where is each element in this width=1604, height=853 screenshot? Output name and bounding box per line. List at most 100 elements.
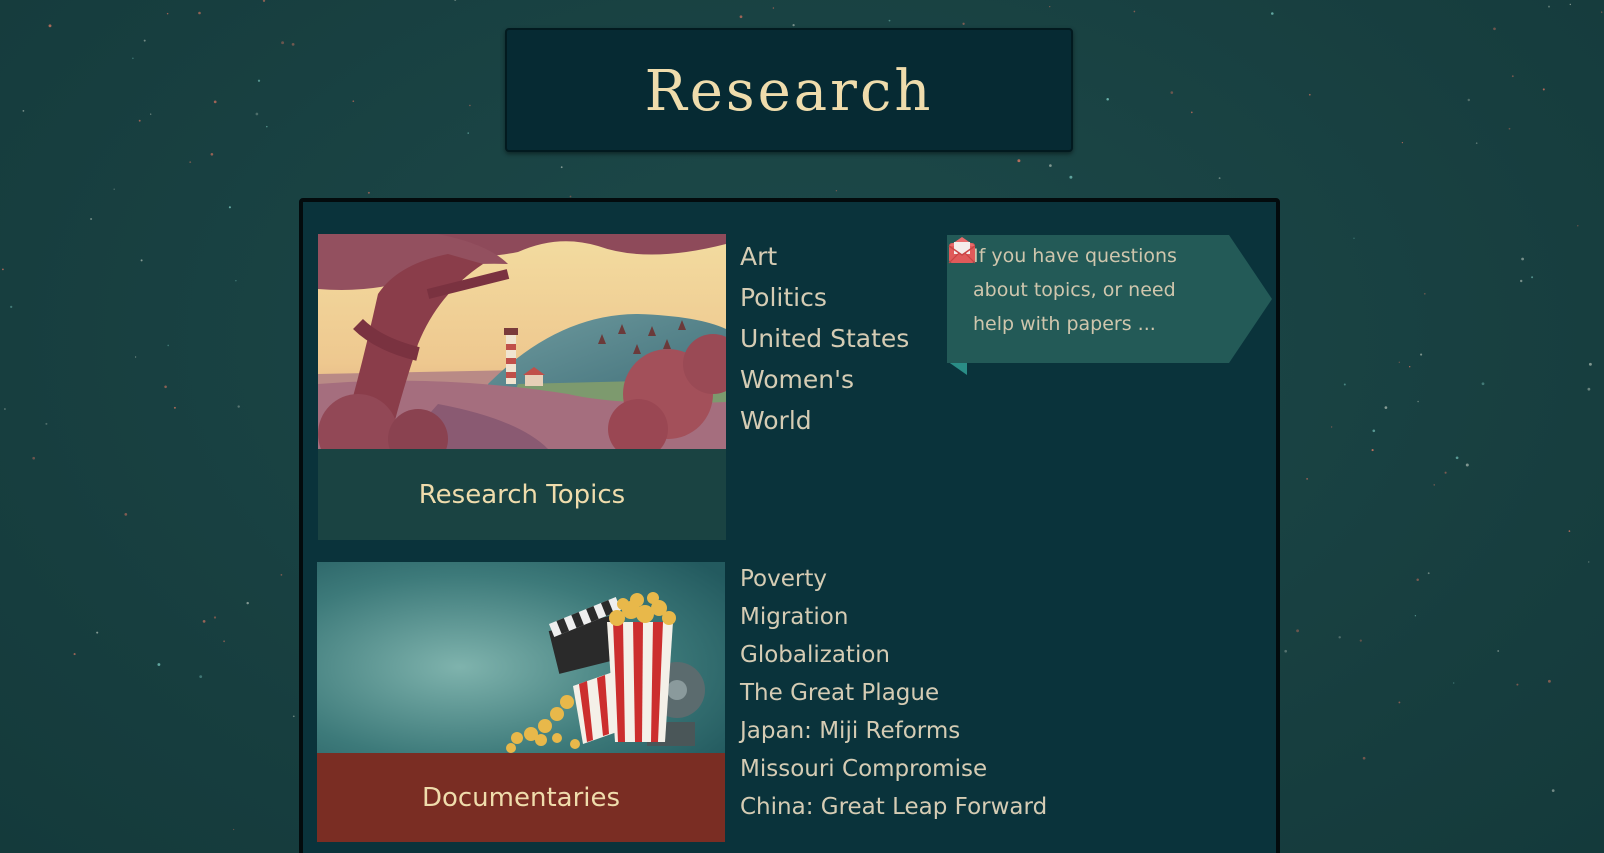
documentary-link-globalization[interactable]: Globalization	[740, 636, 1047, 674]
star-dot	[1587, 561, 1590, 563]
star-dot	[166, 12, 169, 15]
star-dot	[1497, 650, 1500, 652]
star-dot	[1049, 5, 1051, 8]
topic-link-world[interactable]: World	[740, 400, 909, 441]
star-dot	[32, 456, 36, 460]
star-dot	[281, 41, 285, 45]
star-dot	[266, 125, 268, 128]
star-dot	[888, 19, 891, 22]
star-dot	[1427, 572, 1430, 575]
star-dot	[1049, 164, 1052, 167]
star-dot	[467, 132, 469, 134]
star-dot	[1308, 93, 1311, 96]
mail-icon[interactable]	[947, 235, 977, 265]
star-dot	[1343, 383, 1346, 386]
star-dot	[1416, 578, 1419, 582]
star-dot	[1359, 639, 1362, 642]
star-dot	[1531, 276, 1534, 279]
star-dot	[173, 406, 176, 409]
page-title-box: Research	[505, 28, 1073, 152]
research-topics-caption[interactable]: Research Topics	[318, 449, 726, 540]
star-dot	[772, 7, 775, 9]
star-dot	[962, 22, 965, 25]
star-dot	[10, 305, 13, 309]
star-dot	[1444, 471, 1447, 474]
star-dot	[1467, 98, 1471, 102]
star-dot	[1384, 406, 1388, 409]
star-dot	[134, 356, 137, 358]
star-dot	[246, 601, 249, 605]
star-dot	[739, 15, 743, 19]
star-dot	[1170, 91, 1174, 94]
star-dot	[1475, 142, 1478, 144]
documentary-link-china-great-leap-forward[interactable]: China: Great Leap Forward	[740, 788, 1047, 826]
topic-link-united-states[interactable]: United States	[740, 318, 909, 359]
star-dot	[90, 217, 93, 221]
documentary-link-missouri-compromise[interactable]: Missouri Compromise	[740, 750, 1047, 788]
star-dot	[1433, 484, 1435, 486]
star-dot	[1284, 649, 1288, 653]
star-dot	[232, 828, 235, 831]
topic-link-politics[interactable]: Politics	[740, 277, 909, 318]
star-dot	[835, 190, 838, 192]
star-dot	[1465, 463, 1469, 467]
star-dot	[1271, 12, 1274, 15]
star-dot	[1542, 88, 1545, 91]
star-dot	[1511, 75, 1514, 78]
star-dot	[1372, 429, 1376, 433]
star-dot	[1306, 478, 1308, 480]
documentary-link-great-plague[interactable]: The Great Plague	[740, 674, 1047, 712]
documentary-link-japan-miji-reforms[interactable]: Japan: Miji Reforms	[740, 712, 1047, 750]
documentaries-card[interactable]: Documentaries	[317, 562, 725, 842]
star-dot	[1568, 530, 1571, 532]
star-dot	[1519, 279, 1523, 283]
star-dot	[1547, 679, 1551, 683]
star-dot	[1601, 11, 1603, 13]
star-dot	[291, 43, 295, 46]
lighthouse-landscape-image	[318, 234, 726, 449]
star-dot	[1190, 111, 1193, 114]
star-dot	[202, 620, 206, 623]
star-dot	[1508, 127, 1511, 130]
topic-link-womens[interactable]: Women's	[740, 359, 909, 400]
star-dot	[292, 715, 295, 718]
star-dot	[1569, 3, 1571, 6]
star-dot	[792, 23, 795, 27]
documentaries-list: Poverty Migration Globalization The Grea…	[740, 560, 1047, 826]
research-topics-list: Art Politics United States Women's World	[740, 236, 909, 441]
star-dot	[1453, 682, 1455, 684]
star-dot	[1353, 237, 1355, 239]
star-dot	[1338, 636, 1341, 639]
documentary-link-poverty[interactable]: Poverty	[740, 560, 1047, 598]
star-dot	[164, 385, 167, 389]
star-dot	[1069, 175, 1073, 179]
star-dot	[1420, 353, 1423, 356]
star-dot	[1516, 683, 1519, 686]
star-dot	[255, 112, 259, 116]
star-dot	[223, 640, 226, 643]
documentaries-caption[interactable]: Documentaries	[317, 753, 725, 842]
star-dot	[73, 653, 76, 656]
page-title: Research	[644, 58, 934, 124]
star-dot	[2, 268, 4, 271]
star-dot	[143, 39, 146, 42]
star-dot	[1521, 257, 1524, 261]
documentary-link-migration[interactable]: Migration	[740, 598, 1047, 636]
star-dot	[1577, 225, 1579, 227]
help-callout-text: If you have questions about topics, or n…	[973, 245, 1177, 335]
star-dot	[113, 188, 115, 190]
star-dot	[367, 191, 370, 194]
star-dot	[1398, 701, 1401, 704]
star-dot	[213, 100, 217, 104]
topic-link-art[interactable]: Art	[740, 236, 909, 277]
star-dot	[1548, 5, 1550, 8]
star-dot	[237, 405, 240, 408]
star-dot	[262, 0, 266, 2]
star-dot	[257, 79, 261, 82]
star-dot	[1398, 361, 1400, 363]
star-dot	[45, 422, 48, 425]
star-dot	[124, 513, 128, 516]
research-topics-card[interactable]: Research Topics	[318, 234, 726, 540]
star-dot	[150, 113, 152, 115]
star-dot	[1423, 292, 1426, 295]
